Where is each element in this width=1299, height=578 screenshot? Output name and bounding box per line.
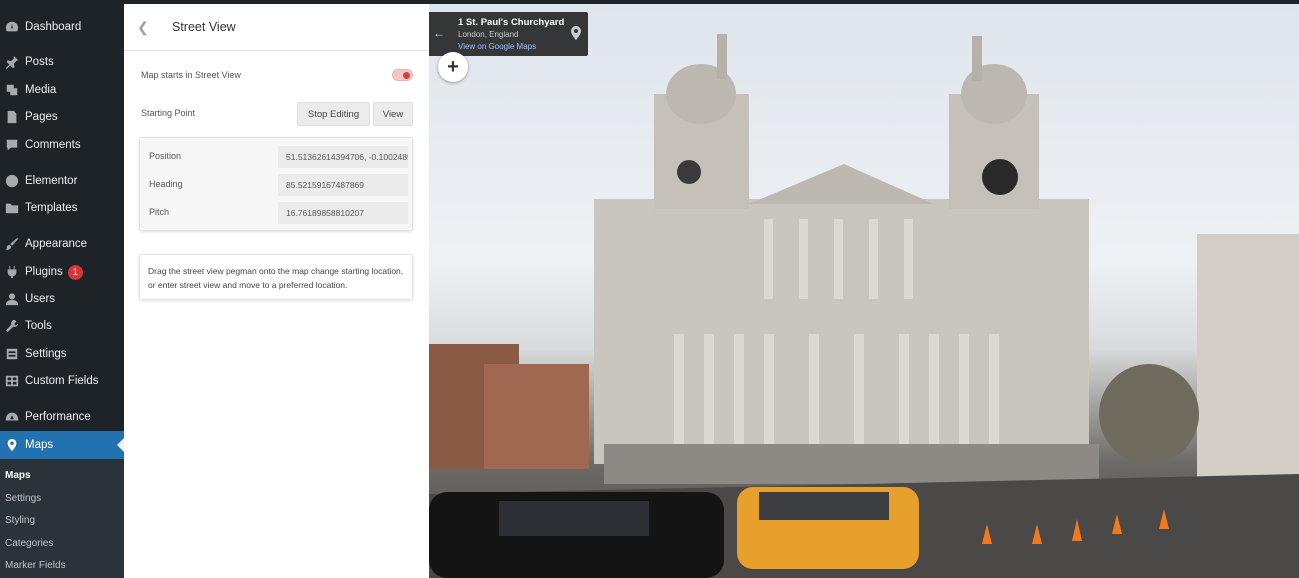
sidebar-item-plugins[interactable]: Plugins 1 [0, 258, 124, 286]
address-city: London, England [458, 30, 519, 39]
right-spire [972, 36, 982, 81]
user-icon [4, 291, 20, 307]
submenu-item-settings[interactable]: Settings [5, 493, 41, 504]
sidebar-item-media[interactable]: Media [0, 76, 124, 104]
sidebar-item-maps[interactable]: Maps [0, 431, 124, 459]
update-count-badge: 1 [67, 264, 83, 280]
sidebar-item-label: Posts [25, 56, 54, 68]
submenu-item-marker-fields[interactable]: Marker Fields [5, 560, 66, 571]
heading-field[interactable]: 85.52159167487869 [278, 174, 408, 196]
sidebar-item-users[interactable]: Users [0, 285, 124, 313]
location-pin-icon [571, 26, 581, 40]
sidebar-item-comments[interactable]: Comments [0, 131, 124, 159]
media-icon [4, 82, 20, 98]
toggle-knob [403, 72, 410, 79]
panel-header: ❮ Street View [124, 4, 429, 51]
sidebar-item-tools[interactable]: Tools [0, 312, 124, 340]
map-starts-label: Map starts in Street View [141, 70, 241, 80]
right-tower-dome [961, 64, 1027, 124]
address-title: 1 St. Paul's Churchyard [458, 17, 565, 28]
submenu-item-styling[interactable]: Styling [5, 515, 35, 526]
brush-icon [4, 236, 20, 252]
sidebar-item-label: Settings [25, 348, 67, 360]
folder-icon [4, 200, 20, 216]
submenu-item-maps[interactable]: Maps [5, 470, 31, 481]
exit-street-view-arrow-icon[interactable]: ← [433, 26, 445, 40]
pages-icon [4, 109, 20, 125]
sidebar-item-label: Dashboard [25, 21, 82, 33]
left-building-2 [484, 364, 589, 469]
heading-label: Heading [149, 179, 183, 189]
help-text-card: Drag the street view pegman onto the map… [139, 254, 413, 300]
pitch-field[interactable]: 16.76189858810207 [278, 202, 408, 224]
grid-icon [4, 373, 20, 389]
trees [1099, 364, 1199, 464]
sidebar-item-templates[interactable]: Templates [0, 194, 124, 222]
sidebar-item-label: Pages [25, 111, 58, 123]
sidebar-item-label: Performance [25, 411, 91, 423]
sidebar-item-label: Maps [25, 439, 54, 451]
taxi-windows [499, 501, 649, 536]
zoom-in-button[interactable]: + [438, 52, 468, 82]
view-on-google-maps-link[interactable]: View on Google Maps [458, 42, 536, 51]
sidebar-item-label: Plugins [25, 266, 63, 278]
map-starts-toggle[interactable] [392, 69, 413, 81]
sidebar-item-dashboard[interactable]: Dashboard [0, 13, 124, 41]
sidebar-item-performance[interactable]: Performance [0, 403, 124, 431]
cathedral-steps [604, 444, 1099, 484]
sidebar-item-label: Media [25, 84, 57, 96]
sidebar-item-label: Custom Fields [25, 375, 99, 387]
admin-sidebar: Dashboard Posts Media Pages Comments Ele… [0, 0, 124, 578]
view-button[interactable]: View [373, 102, 413, 126]
panel-title: Street View [172, 20, 236, 34]
yellow-taxi-windows [759, 492, 889, 520]
maps-submenu: Maps Settings Styling Categories Marker … [0, 459, 124, 578]
sidebar-item-appearance[interactable]: Appearance [0, 230, 124, 258]
gauge-icon [4, 409, 20, 425]
sidebar-item-label: Users [25, 293, 56, 305]
sidebar-item-elementor[interactable]: Elementor [0, 167, 124, 195]
starting-point-label: Starting Point [141, 108, 196, 118]
street-view-image[interactable] [429, 4, 1299, 578]
sidebar-item-settings[interactable]: Settings [0, 340, 124, 368]
submenu-item-categories[interactable]: Categories [5, 538, 53, 549]
wrench-icon [4, 318, 20, 334]
sidebar-item-pages[interactable]: Pages [0, 103, 124, 131]
sidebar-item-label: Comments [25, 139, 81, 151]
back-button[interactable]: ❮ [124, 4, 162, 51]
left-spire [717, 34, 727, 79]
chevron-left-icon: ❮ [137, 18, 149, 35]
position-label: Position [149, 151, 182, 161]
address-card: ← 1 St. Paul's Churchyard London, Englan… [429, 12, 588, 56]
comments-icon [4, 137, 20, 153]
sidebar-item-label: Templates [25, 202, 78, 214]
pediment [749, 164, 934, 204]
starting-point-card: Position 51.51362614394706, -0.10024853 … [139, 137, 413, 231]
street-view-settings-panel: ❮ Street View Map starts in Street View … [124, 4, 429, 578]
right-building [1197, 234, 1299, 484]
stop-editing-button[interactable]: Stop Editing [297, 102, 370, 126]
street-view-pane[interactable]: ← 1 St. Paul's Churchyard London, Englan… [429, 4, 1299, 578]
clock-face [982, 159, 1018, 195]
map-pin-icon [4, 437, 20, 453]
sidebar-item-label: Tools [25, 320, 52, 332]
elementor-icon [4, 173, 20, 189]
oculus-window [677, 160, 701, 184]
sidebar-item-posts[interactable]: Posts [0, 48, 124, 76]
sidebar-item-label: Appearance [25, 238, 88, 250]
pin-icon [4, 54, 20, 70]
settings-icon [4, 346, 20, 362]
sidebar-item-label: Elementor [25, 175, 78, 187]
dashboard-icon [4, 19, 20, 35]
plug-icon [4, 264, 20, 280]
sidebar-item-custom-fields[interactable]: Custom Fields [0, 367, 124, 395]
position-field[interactable]: 51.51362614394706, -0.10024853 [278, 146, 408, 168]
pitch-label: Pitch [149, 207, 170, 217]
